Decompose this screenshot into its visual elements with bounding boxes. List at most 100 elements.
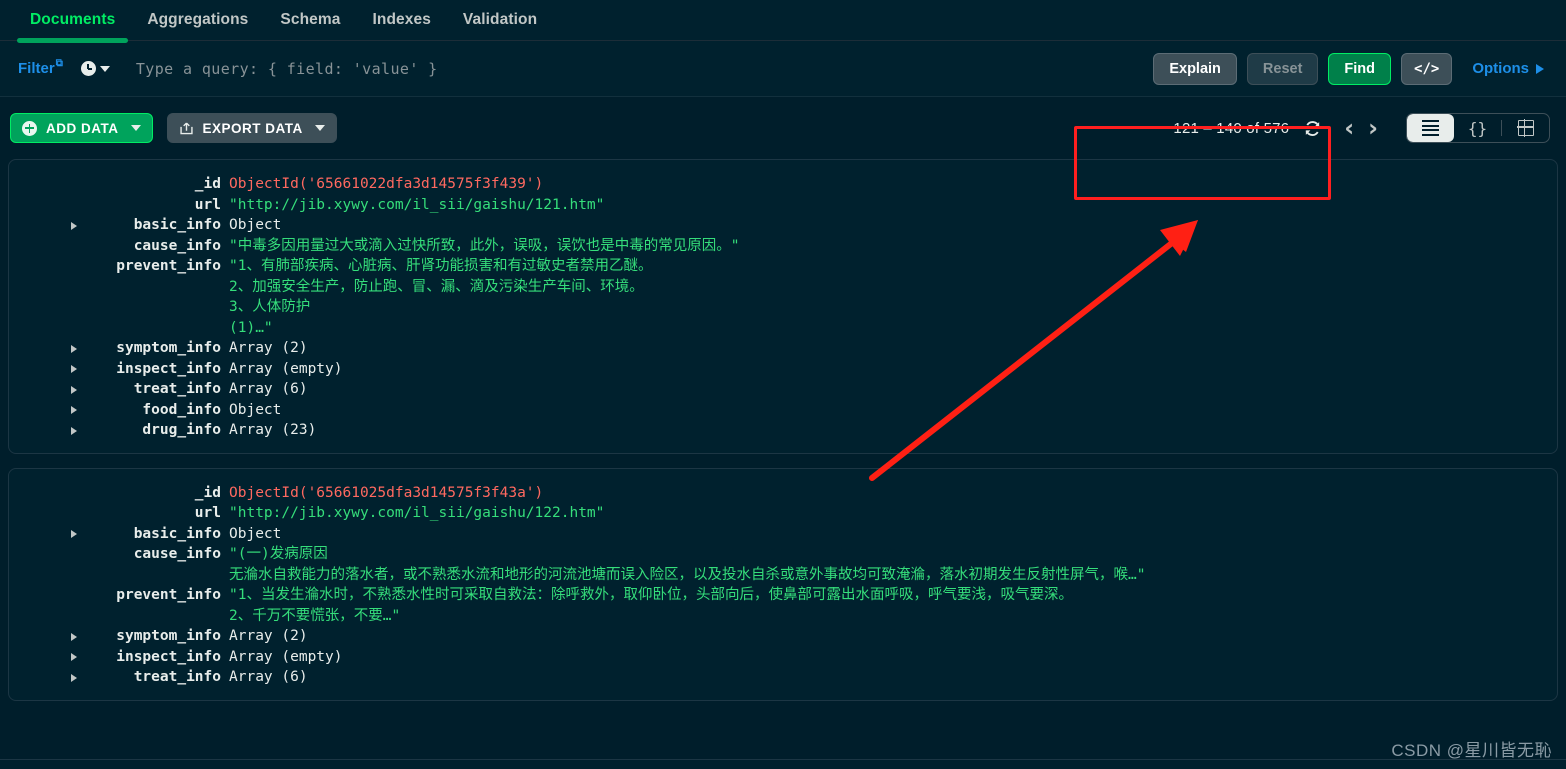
tab-schema[interactable]: Schema — [264, 11, 356, 40]
field-value: "中毒多因用量过大或滴入过快所致，此外，误吸，误饮也是中毒的常见原因。" — [221, 236, 739, 257]
query-input[interactable] — [136, 60, 1144, 78]
field-row: treat_infoArray (6) — [9, 379, 1557, 400]
expand-arrow-icon[interactable] — [71, 406, 77, 414]
explain-button[interactable]: Explain — [1153, 53, 1237, 85]
options-toggle[interactable]: Options — [1472, 60, 1544, 77]
field-value: ObjectId('65661022dfa3d14575f3f439') — [221, 174, 543, 195]
export-to-language-button[interactable]: </> — [1401, 53, 1452, 85]
field-value: Array (6) — [221, 379, 308, 400]
filter-label[interactable]: Filter ⧉ — [18, 60, 63, 77]
field-name: _id — [69, 483, 221, 504]
field-value: Array (23) — [221, 420, 316, 441]
field-row: food_infoObject — [9, 400, 1557, 421]
export-data-button[interactable]: EXPORT DATA — [167, 113, 337, 143]
tab-indexes[interactable]: Indexes — [356, 11, 446, 40]
find-label: Find — [1344, 61, 1375, 77]
plus-circle-icon — [22, 121, 37, 136]
field-value: Object — [221, 215, 281, 236]
field-row: treat_infoArray (6) — [9, 667, 1557, 688]
field-name: treat_info — [69, 379, 221, 400]
external-link-icon: ⧉ — [56, 58, 63, 69]
field-value: "1、当发生溣水时，不熟悉水性时可采取自救法：除呼救外，取仰卧位，头部向后，使鼻… — [221, 585, 1073, 626]
field-name: url — [69, 195, 221, 216]
add-data-label: ADD DATA — [46, 121, 119, 136]
expand-arrow-icon[interactable] — [71, 386, 77, 394]
document-card[interactable]: _idObjectId('65661025dfa3d14575f3f43a') … — [8, 468, 1558, 701]
expand-arrow-icon[interactable] — [71, 222, 77, 230]
tab-validation-label: Validation — [463, 11, 537, 28]
export-data-label: EXPORT DATA — [203, 121, 303, 136]
view-mode-toggle: {} — [1406, 113, 1550, 143]
pagination-range-text: 121 – 140 of 576 — [1173, 120, 1289, 137]
field-value: Array (empty) — [221, 647, 343, 668]
pagination-controls: 121 – 140 of 576 ‹ › {} — [1173, 113, 1550, 143]
collection-tab-bar: Documents Aggregations Schema Indexes Va… — [0, 0, 1566, 41]
reset-label: Reset — [1263, 61, 1303, 77]
expand-arrow-icon[interactable] — [71, 345, 77, 353]
document-fields: _idObjectId('65661025dfa3d14575f3f43a') … — [9, 483, 1557, 688]
list-view-button[interactable] — [1407, 114, 1454, 142]
tab-documents-label: Documents — [30, 11, 115, 28]
tab-aggregations[interactable]: Aggregations — [131, 11, 264, 40]
field-value: Array (6) — [221, 667, 308, 688]
field-value: Array (empty) — [221, 359, 343, 380]
field-row: prevent_info"1、有肺部疾病、心脏病、肝肾功能损害和有过敏史者禁用乙… — [9, 256, 1557, 338]
tab-indexes-label: Indexes — [372, 11, 430, 28]
export-icon — [179, 121, 194, 136]
watermark-text: CSDN @星川皆无恥 — [1391, 736, 1552, 761]
field-row: inspect_infoArray (empty) — [9, 647, 1557, 668]
expand-arrow-icon[interactable] — [71, 365, 77, 373]
field-name: cause_info — [69, 544, 221, 565]
clock-icon — [81, 61, 96, 76]
refresh-icon[interactable] — [1303, 119, 1322, 138]
previous-page-button[interactable]: ‹ — [1344, 116, 1354, 140]
field-row: basic_infoObject — [9, 215, 1557, 236]
field-row: cause_info"(一)发病原因 无溣水自救能力的落水者，或不熟悉水流和地形… — [9, 544, 1557, 585]
chevron-right-icon — [1536, 64, 1544, 74]
query-history-button[interactable] — [81, 61, 110, 76]
field-value: Object — [221, 400, 281, 421]
find-button[interactable]: Find — [1328, 53, 1391, 85]
field-name: symptom_info — [69, 626, 221, 647]
field-value: ObjectId('65661025dfa3d14575f3f43a') — [221, 483, 543, 504]
expand-arrow-icon[interactable] — [71, 653, 77, 661]
expand-arrow-icon[interactable] — [71, 674, 77, 682]
field-name: prevent_info — [69, 585, 221, 606]
expand-arrow-icon[interactable] — [71, 530, 77, 538]
field-value: "1、有肺部疾病、心脏病、肝肾功能损害和有过敏史者禁用乙醚。 2、加强安全生产，… — [221, 256, 652, 338]
tab-documents[interactable]: Documents — [14, 11, 131, 40]
tab-schema-label: Schema — [280, 11, 340, 28]
document-fields: _idObjectId('65661022dfa3d14575f3f439') … — [9, 174, 1557, 441]
documents-toolbar: ADD DATA EXPORT DATA 121 – 140 of 576 ‹ … — [0, 97, 1566, 159]
field-row: cause_info"中毒多因用量过大或滴入过快所致，此外，误吸，误饮也是中毒的… — [9, 236, 1557, 257]
field-value: "http://jib.xywy.com/il_sii/gaishu/122.h… — [221, 503, 604, 524]
options-label: Options — [1472, 60, 1529, 77]
expand-arrow-icon[interactable] — [71, 633, 77, 641]
field-value: "(一)发病原因 无溣水自救能力的落水者，或不熟悉水流和地形的河流池塘而误入险区… — [221, 544, 1145, 585]
table-view-button[interactable] — [1502, 114, 1549, 142]
field-row: url"http://jib.xywy.com/il_sii/gaishu/12… — [9, 503, 1557, 524]
field-name: inspect_info — [69, 647, 221, 668]
field-name: prevent_info — [69, 256, 221, 277]
query-bar: Filter ⧉ Explain Reset Find </> Options — [0, 41, 1566, 97]
field-name: basic_info — [69, 524, 221, 545]
field-row: inspect_infoArray (empty) — [9, 359, 1557, 380]
filter-label-text: Filter — [18, 60, 55, 77]
json-view-button[interactable]: {} — [1454, 114, 1501, 142]
reset-button[interactable]: Reset — [1247, 53, 1319, 85]
field-name: _id — [69, 174, 221, 195]
hamburger-icon — [1422, 120, 1439, 136]
field-row: _idObjectId('65661025dfa3d14575f3f43a') — [9, 483, 1557, 504]
chevron-down-icon — [315, 125, 325, 131]
next-page-button[interactable]: › — [1368, 116, 1378, 140]
field-row: url"http://jib.xywy.com/il_sii/gaishu/12… — [9, 195, 1557, 216]
document-card[interactable]: _idObjectId('65661022dfa3d14575f3f439') … — [8, 159, 1558, 454]
tab-validation[interactable]: Validation — [447, 11, 553, 40]
tab-aggregations-label: Aggregations — [147, 11, 248, 28]
expand-arrow-icon[interactable] — [71, 427, 77, 435]
mongodb-compass-window: Documents Aggregations Schema Indexes Va… — [0, 0, 1566, 769]
field-name: cause_info — [69, 236, 221, 257]
chevron-down-icon — [100, 66, 110, 72]
document-list: _idObjectId('65661022dfa3d14575f3f439') … — [0, 159, 1566, 701]
add-data-button[interactable]: ADD DATA — [10, 113, 153, 143]
